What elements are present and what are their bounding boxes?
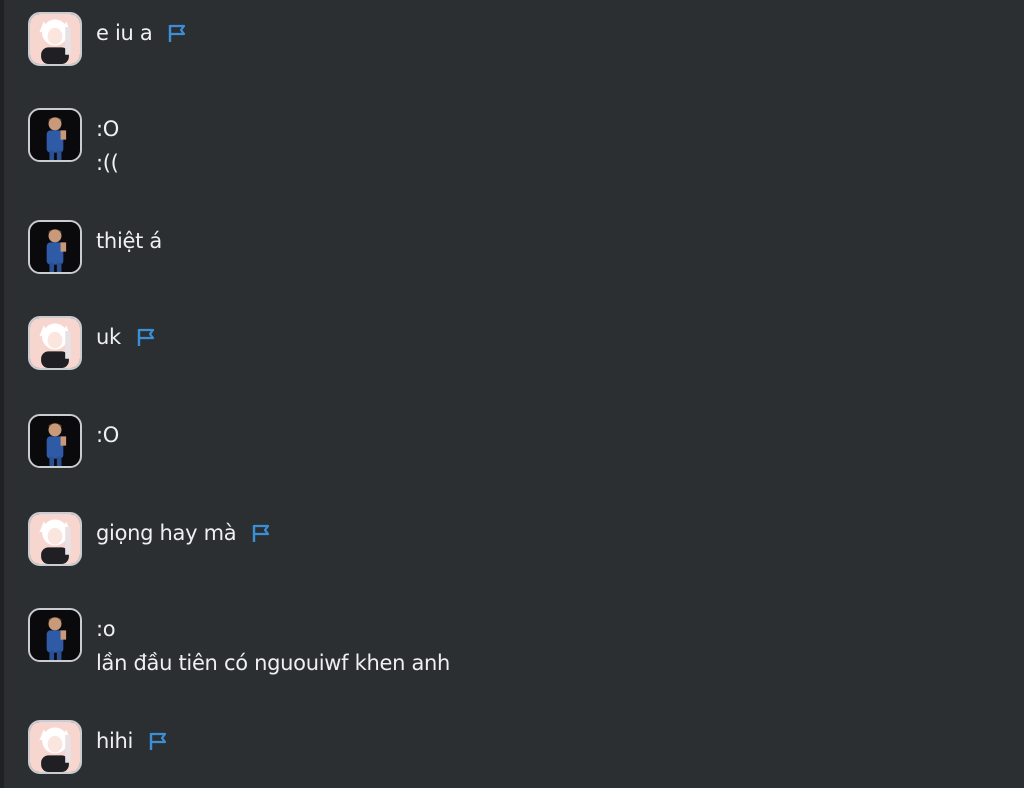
chat-message: e iu a — [28, 12, 188, 66]
flag-icon[interactable] — [147, 730, 169, 752]
message-body: :O :(( — [96, 108, 119, 180]
chat-message: :o lần đầu tiên có nguouiwf khen anh — [28, 608, 450, 680]
message-body: thiệt á — [96, 220, 162, 258]
message-body: uk — [96, 316, 157, 354]
message-body: :O — [96, 414, 119, 452]
message-text: hihi — [96, 729, 134, 753]
message-body: e iu a — [96, 12, 188, 50]
message-text: :o — [96, 617, 116, 641]
message-text: lần đầu tiên có nguouiwf khen anh — [96, 651, 451, 675]
avatar-boy[interactable] — [28, 414, 82, 468]
message-body: :o lần đầu tiên có nguouiwf khen anh — [96, 608, 450, 680]
flag-icon[interactable] — [135, 326, 157, 348]
chat-message: giọng hay mà — [28, 512, 272, 566]
avatar-boy[interactable] — [28, 608, 82, 662]
message-text: giọng hay mà — [96, 521, 237, 545]
message-text: :O — [96, 423, 120, 447]
chat-message: hihi — [28, 720, 169, 774]
chat-message: :O — [28, 414, 119, 468]
message-text: e iu a — [96, 21, 153, 45]
chat-message: thiệt á — [28, 220, 162, 274]
avatar-girl[interactable] — [28, 12, 82, 66]
avatar-boy[interactable] — [28, 108, 82, 162]
avatar-girl[interactable] — [28, 316, 82, 370]
chat-message: uk — [28, 316, 157, 370]
chat-log: e iu a :O :(( thiệt á uk:O giọng hay mà… — [0, 0, 1024, 788]
avatar-girl[interactable] — [28, 512, 82, 566]
chat-message: :O :(( — [28, 108, 119, 180]
message-text: uk — [96, 325, 121, 349]
message-text: :(( — [96, 151, 119, 175]
avatar-boy[interactable] — [28, 220, 82, 274]
message-text: :O — [96, 117, 120, 141]
message-body: giọng hay mà — [96, 512, 272, 550]
flag-icon[interactable] — [166, 22, 188, 44]
message-body: hihi — [96, 720, 169, 758]
avatar-girl[interactable] — [28, 720, 82, 774]
flag-icon[interactable] — [250, 522, 272, 544]
message-text: thiệt á — [96, 229, 162, 253]
